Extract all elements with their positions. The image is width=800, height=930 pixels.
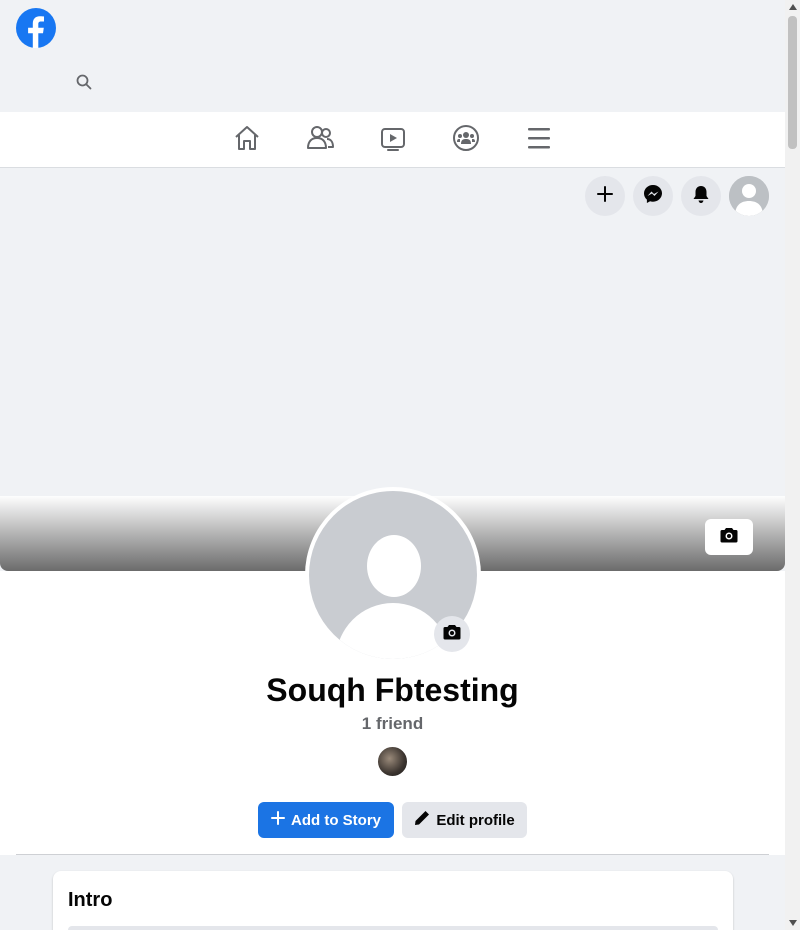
messenger-button[interactable] [633, 176, 673, 216]
intro-placeholder-bar[interactable] [68, 926, 718, 930]
bell-icon [691, 184, 711, 209]
camera-icon [720, 527, 738, 548]
home-icon [233, 124, 261, 157]
main-navigation [0, 112, 785, 168]
scroll-down-arrow-icon[interactable] [785, 916, 800, 930]
nav-friends[interactable] [304, 124, 336, 156]
add-to-story-label: Add to Story [291, 811, 381, 829]
add-to-story-button[interactable]: Add to Story [258, 802, 394, 838]
profile-name: Souqh Fbtesting [266, 672, 519, 708]
search-button[interactable] [72, 72, 96, 96]
video-icon [379, 124, 407, 157]
plus-icon [271, 811, 285, 829]
pencil-icon [414, 810, 430, 830]
intro-card: Intro [53, 871, 733, 930]
facebook-logo[interactable] [16, 8, 56, 48]
top-header [0, 0, 785, 112]
create-button[interactable] [585, 176, 625, 216]
nav-home[interactable] [231, 124, 263, 156]
section-divider [16, 854, 769, 855]
edit-profile-button[interactable]: Edit profile [402, 802, 527, 838]
page-scrollbar[interactable] [785, 0, 800, 930]
scrollbar-thumb[interactable] [788, 16, 797, 149]
search-icon [76, 74, 92, 95]
edit-cover-photo-button[interactable] [705, 519, 753, 555]
notifications-button[interactable] [681, 176, 721, 216]
edit-profile-label: Edit profile [436, 811, 515, 829]
plus-icon [595, 184, 615, 209]
messenger-icon [643, 184, 663, 209]
nav-watch[interactable] [377, 124, 409, 156]
groups-icon [452, 124, 480, 157]
intro-title: Intro [68, 889, 113, 911]
friends-icon [306, 124, 334, 157]
scroll-up-arrow-icon[interactable] [785, 0, 800, 14]
update-profile-picture-button[interactable] [434, 616, 470, 652]
friend-count-link[interactable]: 1 friend [0, 714, 785, 734]
friend-avatar[interactable] [376, 745, 409, 778]
account-avatar[interactable] [729, 176, 769, 216]
hamburger-menu-icon [525, 124, 553, 157]
camera-icon [443, 624, 461, 645]
nav-menu[interactable] [523, 124, 555, 156]
nav-groups[interactable] [450, 124, 482, 156]
